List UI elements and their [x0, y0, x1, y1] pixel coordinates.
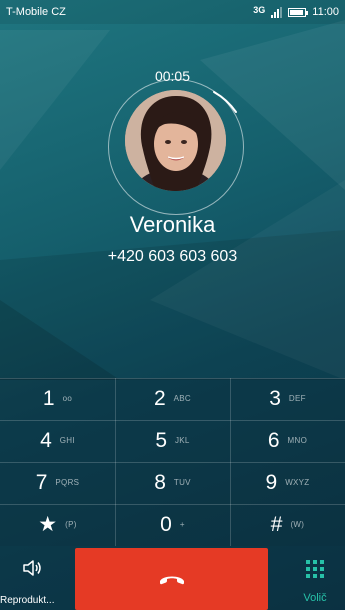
key-star[interactable]: ★ (P): [0, 507, 115, 542]
key-4[interactable]: 4 GHI: [0, 423, 115, 458]
key-digit: 2: [153, 386, 166, 410]
key-digit: ★: [38, 513, 58, 536]
in-call-screen: T-Mobile CZ 3G 11:00 00:05 Veronika +420…: [0, 0, 345, 610]
key-letters: oo: [62, 394, 73, 403]
key-digit: 6: [267, 428, 280, 452]
key-digit: #: [270, 512, 283, 536]
speaker-icon: [23, 560, 41, 576]
dialpad-icon: [306, 560, 324, 578]
key-digit: 7: [35, 470, 48, 494]
key-letters: +: [179, 520, 185, 529]
dialpad: 1 oo 2 ABC 3 DEF 4 GHI 5 JKL 6 MNO 7 PQR…: [0, 378, 345, 546]
phone-hangup-icon: [159, 576, 184, 585]
dialpad-toggle-button[interactable]: Volič: [285, 546, 345, 610]
speaker-button[interactable]: Reprodukt...: [0, 546, 60, 610]
speaker-label: Reprodukt...: [0, 595, 55, 606]
key-letters: (W): [290, 520, 305, 529]
contact-avatar: [125, 90, 226, 191]
key-letters: (P): [65, 520, 77, 529]
status-bar: T-Mobile CZ 3G 11:00: [0, 0, 345, 24]
phone-number: +420 603 603 603: [107, 248, 238, 265]
key-letters: DEF: [288, 394, 306, 403]
status-indicators: 3G 11:00: [253, 5, 339, 18]
key-digit: 8: [154, 470, 166, 494]
key-digit: 1: [42, 386, 55, 410]
key-letters: TUV: [173, 478, 191, 487]
end-call-button[interactable]: [75, 548, 268, 610]
key-letters: PQRS: [55, 478, 80, 487]
battery-icon: [288, 7, 309, 17]
key-digit: 0: [160, 512, 172, 536]
key-digit: 5: [155, 428, 167, 452]
key-6[interactable]: 6 MNO: [230, 423, 345, 458]
key-digit: 4: [40, 428, 52, 452]
network-type: 3G: [253, 5, 266, 15]
key-5[interactable]: 5 JKL: [115, 423, 230, 458]
key-9[interactable]: 9 WXYZ: [230, 465, 345, 500]
key-8[interactable]: 8 TUV: [115, 465, 230, 500]
key-letters: WXYZ: [285, 478, 310, 487]
key-7[interactable]: 7 PQRS: [0, 465, 115, 500]
key-2[interactable]: 2 ABC: [115, 381, 230, 416]
contact-name: Veronika: [129, 212, 216, 237]
key-0[interactable]: 0 +: [115, 507, 230, 542]
signal-icon: [271, 6, 283, 18]
key-3[interactable]: 3 DEF: [230, 381, 345, 416]
key-letters: JKL: [175, 436, 190, 445]
carrier-name: T-Mobile CZ: [6, 6, 66, 18]
key-hash[interactable]: # (W): [230, 507, 345, 542]
dialpad-label: Volič: [303, 592, 327, 604]
key-digit: 3: [269, 386, 281, 410]
key-1[interactable]: 1 oo: [0, 381, 115, 416]
key-letters: GHI: [59, 436, 75, 445]
key-digit: 9: [265, 470, 278, 494]
key-letters: MNO: [287, 436, 308, 445]
key-letters: ABC: [173, 394, 192, 403]
clock: 11:00: [312, 6, 339, 18]
